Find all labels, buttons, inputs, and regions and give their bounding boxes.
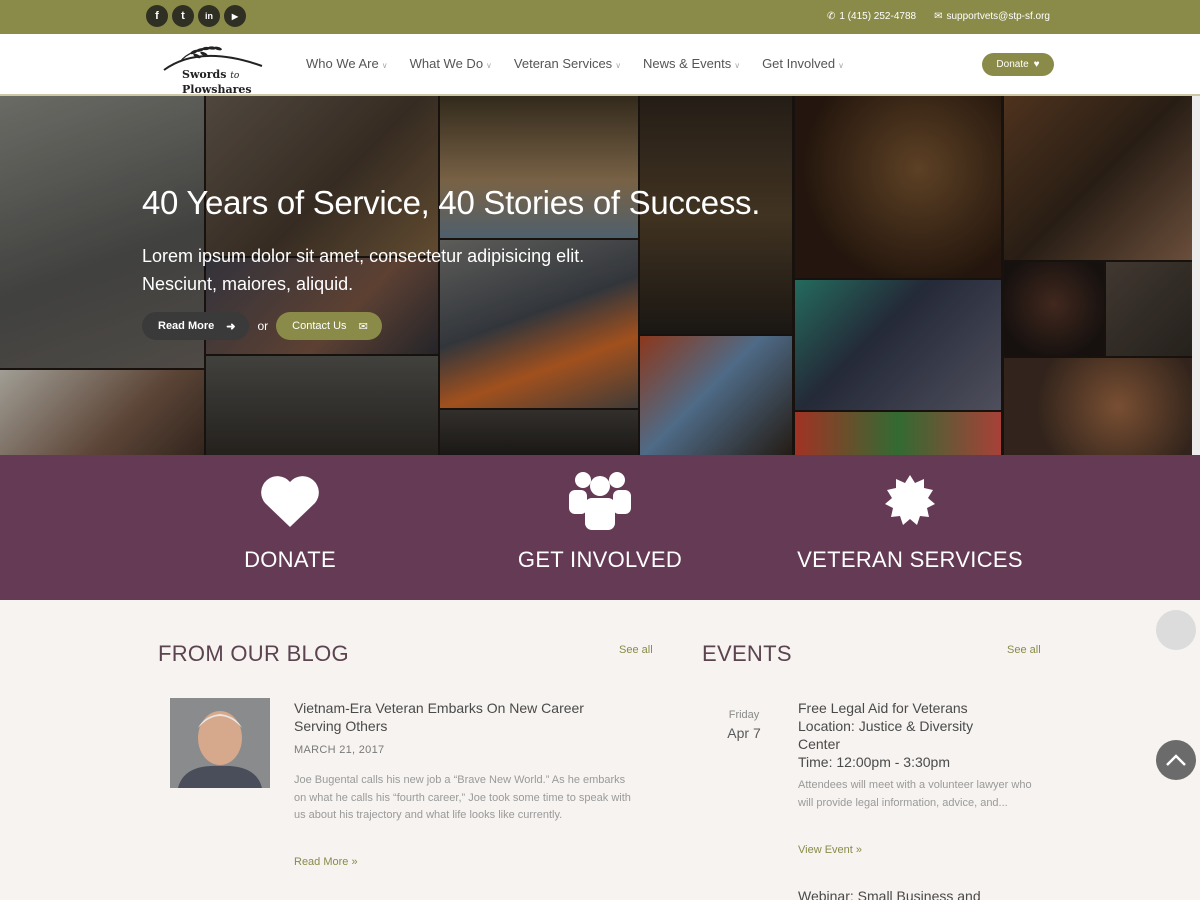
- read-more-button[interactable]: Read More ➜: [142, 312, 250, 340]
- hero-title: 40 Years of Service, 40 Stories of Succe…: [142, 184, 761, 221]
- scroll-top-shadow: [1156, 610, 1196, 650]
- top-bar: f t in ▶ ✆ 1 (415) 252-4788 ✉ supportvets@…: [0, 0, 1200, 34]
- donate-button[interactable]: Donate ♥: [982, 53, 1054, 76]
- arrow-right-icon: ➜: [226, 320, 236, 333]
- youtube-icon[interactable]: ▶: [224, 5, 246, 27]
- logo-text: Swords to Plowshares: [182, 68, 252, 96]
- next-event-title[interactable]: Webinar: Small Business and: [798, 888, 981, 900]
- blog-read-more-link[interactable]: Read More »: [294, 856, 358, 868]
- main-navbar: Swords to Plowshares Who We Are ∨ What We…: [0, 34, 1200, 96]
- chevron-down-icon: ∨: [615, 61, 622, 70]
- event-day: Friday: [728, 709, 760, 721]
- heart-icon: [261, 476, 319, 527]
- hero-banner: 40 Years of Service, 40 Stories of Succe…: [0, 96, 1192, 455]
- heart-icon: ♥: [1033, 59, 1040, 70]
- feature-donate[interactable]: DONATE: [170, 469, 410, 573]
- contact-info: ✆ 1 (415) 252-4788 ✉ supportvets@stp-sf.or…: [827, 11, 1050, 22]
- view-event-link[interactable]: View Event »: [798, 844, 862, 856]
- nav-label: Get Involved: [762, 56, 836, 71]
- contact-us-label: Contact Us: [292, 320, 347, 332]
- feature-label: VETERAN SERVICES: [797, 547, 1023, 572]
- logo-word-to: to: [230, 71, 240, 81]
- event-title[interactable]: Free Legal Aid for Veterans Location: Ju…: [798, 699, 1018, 771]
- events-see-all-link[interactable]: See all: [1007, 644, 1041, 656]
- nav-item-news-events[interactable]: News & Events ∨: [643, 56, 740, 71]
- nav-label: Who We Are: [306, 56, 379, 71]
- facebook-icon[interactable]: f: [146, 5, 168, 27]
- chevron-down-icon: ∨: [486, 61, 492, 70]
- feature-label: GET INVOLVED: [517, 547, 683, 572]
- events-section-title: EVENTS: [702, 641, 792, 666]
- envelope-icon: ✉: [358, 320, 368, 333]
- hero-scrollbar[interactable]: [1192, 96, 1200, 455]
- twitter-icon[interactable]: t: [172, 5, 194, 27]
- hero-actions: Read More ➜ or Contact Us ✉: [142, 312, 382, 340]
- social-links: f t in ▶: [146, 5, 246, 27]
- chevron-down-icon: ∨: [381, 61, 388, 70]
- email-address: supportvets@stp-sf.org: [946, 11, 1050, 22]
- phone-link[interactable]: ✆ 1 (415) 252-4788: [827, 11, 916, 22]
- nav-label: What We Do: [409, 56, 484, 71]
- chevron-down-icon: ∨: [838, 61, 844, 70]
- nav-label: Veteran Services: [513, 56, 613, 71]
- linkedin-icon[interactable]: in: [198, 5, 220, 27]
- scroll-to-top-button[interactable]: [1156, 740, 1196, 780]
- donate-label: Donate: [996, 59, 1029, 70]
- event-date: Apr 7: [727, 725, 761, 741]
- contact-us-button[interactable]: Contact Us ✉: [276, 312, 382, 340]
- badge-icon: [885, 475, 935, 525]
- phone-number: 1 (415) 252-4788: [839, 11, 917, 22]
- envelope-icon: ✉: [934, 11, 943, 22]
- nav-item-what-we-do[interactable]: What We Do ∨: [410, 56, 492, 71]
- chevron-up-icon: [1166, 754, 1186, 766]
- site-logo[interactable]: Swords to Plowshares: [160, 40, 266, 96]
- feature-label: DONATE: [244, 547, 336, 572]
- nav-item-get-involved[interactable]: Get Involved ∨: [762, 56, 844, 71]
- event-location-line: Location: Justice & Diversity: [798, 718, 974, 734]
- feature-get-involved[interactable]: GET INVOLVED: [480, 469, 720, 573]
- or-separator: or: [257, 319, 269, 333]
- primary-nav: Who We Are ∨ What We Do ∨ Veteran Services…: [306, 56, 844, 71]
- blog-post-title[interactable]: Vietnam-Era Veteran Embarks On New Caree…: [294, 699, 634, 735]
- event-time-line: Time: 12:00pm - 3:30pm: [798, 754, 950, 770]
- hero-subtitle: Lorem ipsum dolor sit amet, consectetur …: [142, 246, 585, 294]
- blog-see-all-link[interactable]: See all: [619, 644, 653, 656]
- chevron-down-icon: ∨: [734, 61, 741, 70]
- nav-label: News & Events: [643, 56, 732, 71]
- nav-item-who-we-are[interactable]: Who We Are ∨: [306, 56, 388, 71]
- event-location-line: Center: [798, 736, 841, 752]
- feature-veteran-services[interactable]: VETERAN SERVICES: [790, 469, 1030, 573]
- group-icon: [569, 472, 631, 530]
- event-title-line: Free Legal Aid for Veterans: [798, 700, 968, 716]
- email-link[interactable]: ✉ supportvets@stp-sf.org: [934, 11, 1050, 22]
- logo-word-plowshares: Plowshares: [182, 83, 252, 96]
- logo-word-swords: Swords: [182, 68, 227, 81]
- blog-post-date: MARCH 21, 2017: [294, 744, 385, 756]
- event-excerpt: Attendees will meet with a volunteer law…: [798, 779, 1032, 809]
- person-photo: [170, 698, 270, 788]
- read-more-label: Read More: [158, 320, 215, 332]
- phone-icon: ✆: [826, 11, 836, 22]
- blog-post-excerpt: Joe Bugental calls his new job a “Brave …: [294, 774, 631, 821]
- blog-post-thumbnail[interactable]: [170, 698, 270, 788]
- blog-section-title: FROM OUR BLOG: [158, 641, 349, 666]
- nav-item-veteran-services[interactable]: Veteran Services ∨: [514, 56, 621, 71]
- feature-band: DONATE GET INVOLVED VETERAN SERVICES: [0, 455, 1200, 600]
